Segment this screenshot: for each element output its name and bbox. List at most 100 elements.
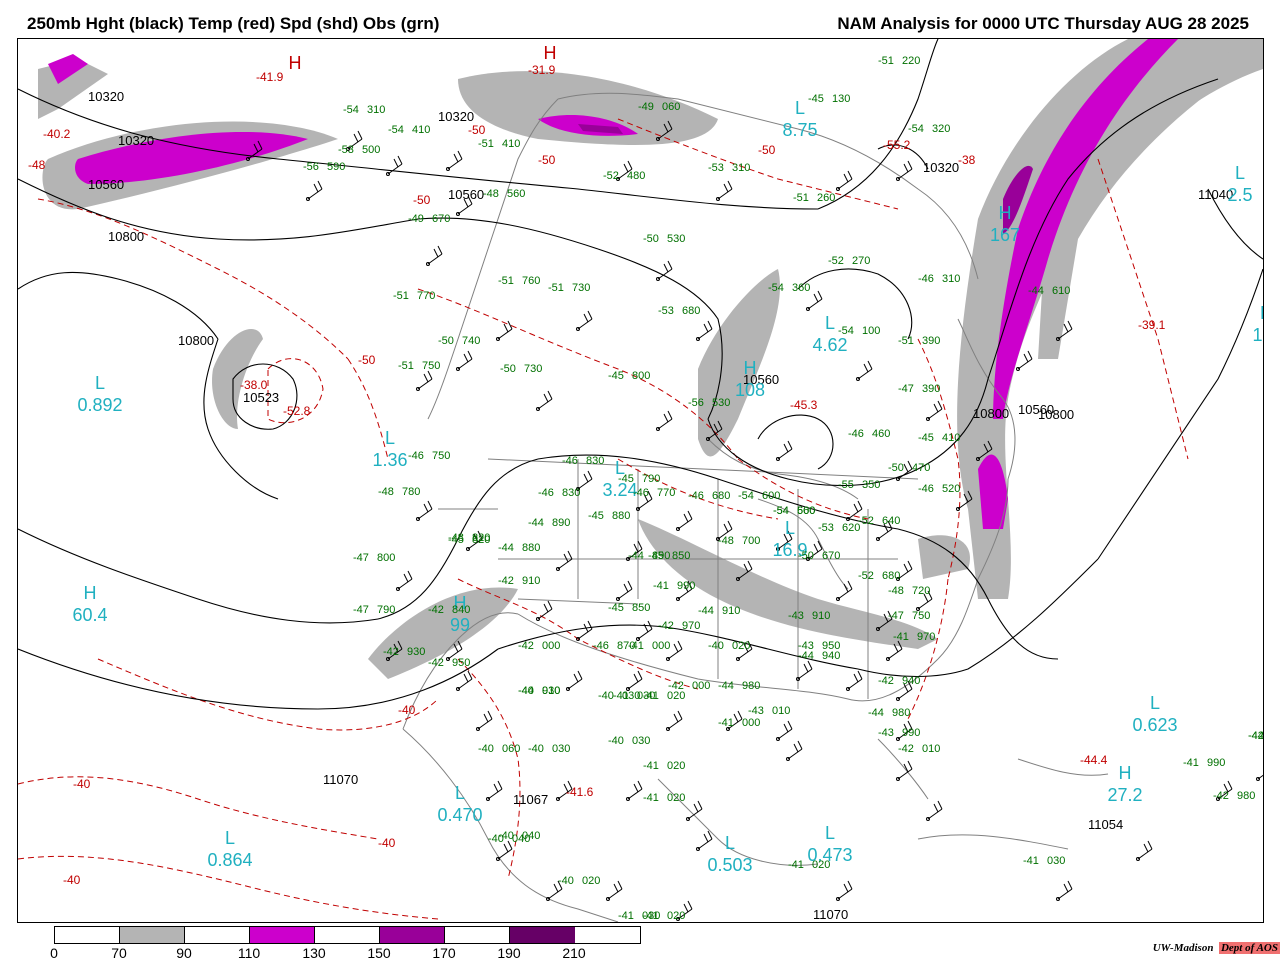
barb-flag [397, 155, 403, 165]
height-label: 10800 [108, 229, 144, 244]
pressure-center-value: 0.892 [77, 395, 122, 415]
height-label: 10560 [88, 177, 124, 192]
barb-flag [1063, 323, 1069, 333]
obs-temp: -54 [773, 505, 789, 517]
observation: -44 880 [498, 542, 540, 554]
obs-height: 270 [852, 255, 870, 267]
obs-temp: -53 [708, 162, 724, 174]
obs-temp: -48 [378, 486, 394, 498]
pressure-center-value: 1.5 [1252, 325, 1263, 345]
temp-contour [1097, 158, 1189, 460]
height-contour [1097, 268, 1263, 560]
barb-staff [447, 158, 463, 170]
pressure-center-letter: L [95, 373, 105, 393]
barb-staff [537, 608, 553, 620]
obs-height: 770 [657, 487, 675, 499]
obs-height: 790 [377, 604, 395, 616]
obs-height: 530 [712, 397, 730, 409]
obs-height: 000 [542, 640, 560, 652]
obs-temp: -41 [613, 690, 629, 702]
pressure-center-value: 0.470 [437, 805, 482, 825]
barb-flag [817, 290, 823, 300]
wind-barb [556, 550, 573, 571]
observation: -51 220 [878, 55, 920, 67]
obs-temp: -46 [538, 487, 554, 499]
observation: -54 600 [773, 505, 815, 517]
obs-temp: -48 [483, 188, 499, 200]
observation: -56 590 [303, 161, 345, 173]
barb-staff [567, 678, 583, 690]
obs-height: 020 [667, 792, 685, 804]
barb-flag [867, 360, 873, 370]
barb-flag [463, 353, 469, 363]
observation: -44990 [1248, 730, 1263, 742]
observation: -54 310 [343, 104, 385, 116]
obs-height: 750 [432, 450, 450, 462]
height-label: 10800 [1038, 407, 1074, 422]
barb-flag [583, 313, 589, 323]
barb-flag [407, 570, 413, 580]
height-label: 10800 [973, 406, 1009, 421]
wind-barb [696, 830, 713, 851]
obs-temp: -51 [398, 360, 414, 372]
wind-barb [396, 570, 413, 591]
obs-height: 520 [942, 483, 960, 495]
observation: -54 600 [738, 490, 780, 502]
barb-flag [733, 713, 739, 723]
barb-flag [853, 503, 859, 513]
obs-height: 910 [812, 610, 830, 622]
barb-staff [637, 628, 653, 640]
legend-swatch [510, 927, 575, 943]
barb-staff [1017, 358, 1033, 370]
height-label: 11070 [813, 907, 848, 922]
temp-label: -38 [958, 153, 976, 167]
legend-tick-label: 170 [432, 945, 456, 961]
barb-flag [843, 173, 849, 183]
barb-flag [613, 883, 619, 893]
obs-height: 790 [642, 473, 660, 485]
barb-flag [507, 320, 513, 330]
obs-height: 390 [922, 383, 940, 395]
barb-flag [723, 183, 729, 193]
height-label: 10320 [88, 89, 124, 104]
barb-flag [907, 160, 913, 170]
observation: -46 830 [538, 487, 580, 499]
obs-temp: -47 [353, 604, 369, 616]
obs-temp: -45 [618, 473, 634, 485]
obs-temp: -43 [788, 610, 804, 622]
barb-flag [703, 833, 709, 843]
obs-temp: -41 [718, 717, 734, 729]
obs-temp: -45 [448, 534, 464, 546]
wind-barb [776, 720, 793, 741]
geo-line [707, 438, 859, 500]
obs-temp: -50 [888, 462, 904, 474]
observation: -51 750 [398, 360, 440, 372]
obs-temp: -40 [598, 690, 614, 702]
obs-height: 530 [667, 233, 685, 245]
observation: -46 750 [408, 450, 450, 462]
observation: -49 670 [408, 213, 450, 225]
obs-temp: -42 [1213, 790, 1229, 802]
legend-tick-label: 190 [497, 945, 521, 961]
wind-barb [656, 410, 673, 431]
barb-flag [1063, 883, 1069, 893]
temp-label: -52.8 [283, 404, 311, 418]
observation: -43 010 [748, 705, 790, 717]
obs-height: 940 [822, 650, 840, 662]
wind-barb [446, 150, 463, 171]
observation: -50 530 [643, 233, 685, 245]
chart-title: 250mb Hght (black) Temp (red) Spd (shd) … [27, 14, 440, 33]
temp-label: -55.2 [883, 138, 911, 152]
observation: -54 410 [388, 124, 430, 136]
wind-barb [386, 155, 403, 176]
barb-flag [577, 670, 583, 680]
wind-barb [1136, 840, 1153, 861]
map-panel: 10320 10320 10320 10320 10560 10560 10560 10560… [17, 38, 1264, 923]
observation: -44 910 [698, 605, 740, 617]
barb-flag [907, 760, 913, 770]
barb-flag [547, 600, 553, 610]
barb-flag [793, 743, 799, 753]
pressure-center-letter: L [795, 98, 805, 118]
obs-height: 260 [817, 192, 835, 204]
observation: -54 100 [838, 325, 880, 337]
